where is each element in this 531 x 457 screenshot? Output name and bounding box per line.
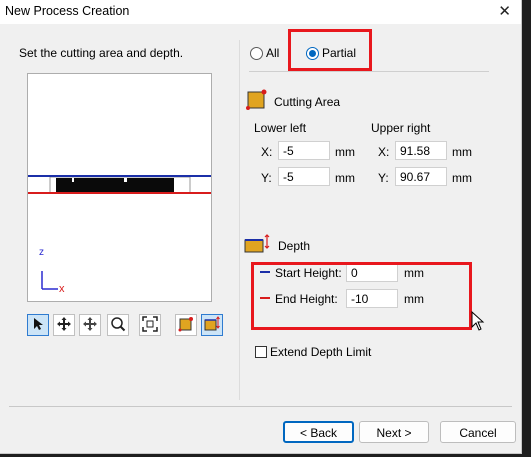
move-icon <box>82 316 98 335</box>
back-button[interactable]: < Back <box>283 421 354 443</box>
zoom-icon <box>110 316 126 335</box>
move-tool-button[interactable] <box>79 314 101 336</box>
cutting-area-icon <box>246 88 268 113</box>
close-icon[interactable]: ✕ <box>498 2 511 20</box>
title-bar: New Process Creation ✕ <box>0 0 521 24</box>
next-button[interactable]: Next > <box>359 421 429 443</box>
radio-all-label[interactable]: All <box>266 46 279 60</box>
part-notch-right <box>124 178 127 182</box>
upper-right-x-label: X: <box>378 145 390 159</box>
cutting-area-label: Cutting Area <box>274 95 341 109</box>
fit-tool-button[interactable] <box>139 314 161 336</box>
x-axis-cross: x <box>59 283 65 295</box>
depth-icon <box>244 234 270 257</box>
preview-canvas[interactable]: x z <box>27 73 212 302</box>
process-dialog: New Process Creation ✕ Set the cutting a… <box>0 0 522 454</box>
pan-icon <box>56 316 72 335</box>
mode-separator <box>249 71 489 72</box>
cutting-area-tool-icon <box>178 316 194 335</box>
upper-right-y-input[interactable] <box>395 167 447 186</box>
upper-right-y-unit: mm <box>452 171 472 185</box>
lower-left-y-input[interactable] <box>278 167 330 186</box>
depth-tool-button[interactable] <box>201 314 223 336</box>
bottom-separator <box>9 406 512 407</box>
depth-highlight-box <box>251 262 472 330</box>
extend-depth-label[interactable]: Extend Depth Limit <box>270 345 371 359</box>
extend-depth-checkbox[interactable] <box>255 346 267 358</box>
part-notch-left <box>72 178 74 182</box>
upper-right-x-input[interactable] <box>395 141 447 160</box>
pan-tool-button[interactable] <box>53 314 75 336</box>
upper-right-label: Upper right <box>371 121 431 135</box>
lower-left-y-label: Y: <box>261 171 272 185</box>
lower-left-x-input[interactable] <box>278 141 330 160</box>
upper-right-y-label: Y: <box>378 171 389 185</box>
lower-left-label: Lower left <box>254 121 307 135</box>
select-tool-button[interactable] <box>27 314 49 336</box>
depth-tool-icon <box>204 315 220 335</box>
instruction-text: Set the cutting area and depth. <box>19 46 184 60</box>
upper-right-x-unit: mm <box>452 145 472 159</box>
depth-label: Depth <box>278 239 311 253</box>
lower-left-y-unit: mm <box>335 171 355 185</box>
partial-highlight-box <box>288 29 372 71</box>
zoom-tool-button[interactable] <box>107 314 129 336</box>
fit-icon <box>142 315 158 335</box>
cutting-area-tool-button[interactable] <box>175 314 197 336</box>
window-title: New Process Creation <box>5 4 130 18</box>
mouse-cursor-icon <box>471 310 485 334</box>
cancel-button[interactable]: Cancel <box>440 421 516 443</box>
lower-left-x-unit: mm <box>335 145 355 159</box>
z-axis-label: z <box>39 247 44 258</box>
lower-left-x-label: X: <box>261 145 273 159</box>
select-arrow-icon <box>32 317 44 334</box>
vertical-separator <box>239 40 240 400</box>
radio-all[interactable] <box>250 47 263 60</box>
